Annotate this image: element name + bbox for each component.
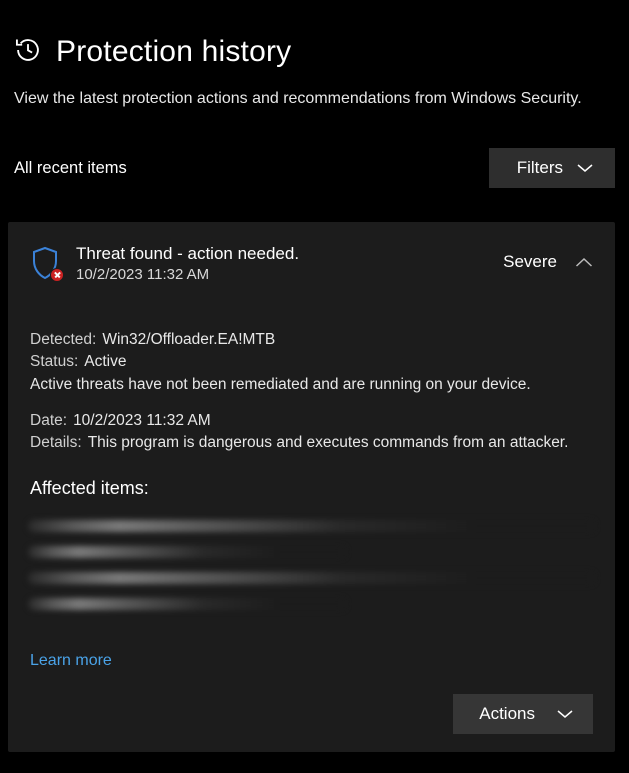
affected-items-heading: Affected items:	[30, 476, 593, 502]
shield-threat-icon	[30, 246, 60, 280]
details-value: This program is dangerous and executes c…	[88, 432, 593, 454]
date-value: 10/2/2023 11:32 AM	[73, 410, 211, 432]
redacted-line	[28, 546, 346, 558]
status-note: Active threats have not been remediated …	[30, 374, 593, 396]
redacted-line	[28, 520, 595, 532]
redacted-line	[28, 598, 346, 610]
detected-value: Win32/Offloader.EA!MTB	[102, 329, 275, 351]
redacted-line	[28, 572, 595, 584]
threat-badge-icon	[50, 268, 64, 282]
threat-card: Threat found - action needed. 10/2/2023 …	[8, 222, 615, 752]
page-subtitle: View the latest protection actions and r…	[14, 87, 614, 110]
filter-bar: All recent items Filters	[14, 148, 615, 188]
chevron-down-icon	[577, 163, 593, 173]
threat-details: Detected: Win32/Offloader.EA!MTB Status:…	[30, 329, 593, 734]
chevron-down-icon	[557, 709, 573, 719]
threat-title: Threat found - action needed.	[76, 244, 487, 264]
filters-button[interactable]: Filters	[489, 148, 615, 188]
actions-button-label: Actions	[479, 704, 535, 724]
page-header: Protection history	[14, 35, 615, 69]
history-icon	[14, 36, 42, 69]
recent-items-label: All recent items	[14, 159, 127, 178]
detected-label: Detected:	[30, 329, 96, 351]
learn-more-link[interactable]: Learn more	[30, 650, 112, 673]
details-label: Details:	[30, 432, 82, 454]
status-value: Active	[84, 351, 126, 373]
threat-severity: Severe	[503, 252, 557, 272]
affected-items-redacted	[28, 520, 595, 610]
threat-timestamp: 10/2/2023 11:32 AM	[76, 266, 487, 283]
actions-button[interactable]: Actions	[453, 694, 593, 734]
threat-card-header[interactable]: Threat found - action needed. 10/2/2023 …	[30, 244, 593, 283]
filters-button-label: Filters	[517, 158, 563, 178]
date-label: Date:	[30, 410, 67, 432]
status-label: Status:	[30, 351, 78, 373]
chevron-up-icon	[575, 257, 593, 268]
page-title: Protection history	[56, 35, 291, 69]
